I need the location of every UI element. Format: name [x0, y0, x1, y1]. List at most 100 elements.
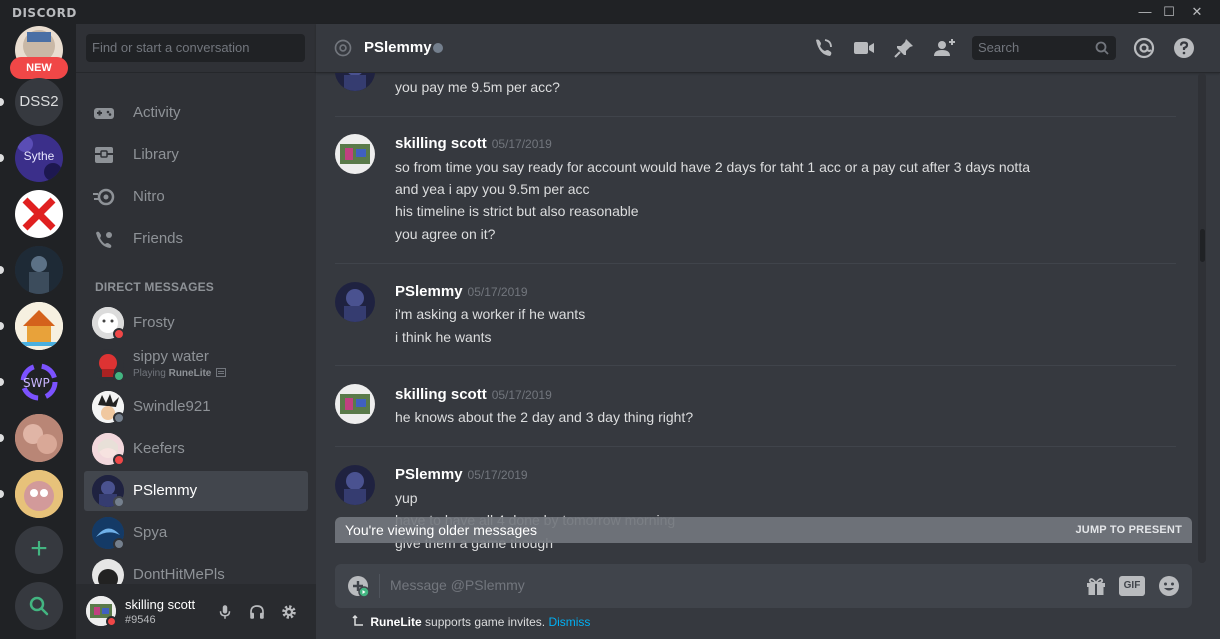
author-name: PSlemmy — [395, 466, 463, 483]
voice-call-icon[interactable] — [811, 36, 835, 60]
unread-pill — [0, 266, 4, 274]
message-divider — [335, 446, 1176, 447]
nav-friends[interactable]: Friends — [84, 219, 308, 259]
status-offline-indicator — [113, 538, 125, 550]
gear-icon[interactable] — [280, 603, 298, 621]
jump-to-present-button[interactable]: JUMP TO PRESENT — [1075, 524, 1182, 536]
gif-button[interactable]: GIF — [1119, 576, 1145, 596]
scrollbar-track[interactable] — [1198, 73, 1206, 563]
invite-text: supports game invites. — [425, 615, 546, 629]
emoji-icon[interactable] — [1157, 574, 1181, 598]
older-messages-notice: You're viewing older messages — [345, 522, 538, 538]
message-author[interactable]: skilling scott 05/17/2019 — [395, 135, 552, 152]
message-text: i'm asking a worker if he wants — [395, 306, 586, 322]
upload-plus-icon[interactable] — [347, 575, 369, 597]
maximize-button[interactable]: ☐ — [1160, 3, 1178, 21]
dm-item-sippy-water[interactable]: sippy water Playing RuneLite — [84, 345, 308, 385]
dm-item-keefers[interactable]: Keefers — [84, 429, 308, 469]
pin-icon[interactable] — [892, 36, 916, 60]
find-conversation-input[interactable]: Find or start a conversation — [86, 34, 305, 62]
server-hands-icon[interactable] — [15, 414, 63, 462]
activity-game: RuneLite — [168, 368, 212, 379]
message-avatar[interactable] — [335, 73, 375, 91]
dm-item-spya[interactable]: Spya — [84, 513, 308, 553]
author-name: PSlemmy — [395, 283, 463, 300]
activity-prefix: Playing — [133, 368, 166, 379]
message-avatar[interactable] — [335, 134, 375, 174]
rich-presence-icon — [216, 368, 227, 377]
svg-text:SWP: SWP — [23, 376, 50, 390]
dm-item-swindle921[interactable]: Swindle921 — [84, 387, 308, 427]
message-text: you agree on it? — [395, 226, 496, 242]
microphone-icon[interactable] — [216, 603, 234, 621]
status-dnd-indicator — [113, 454, 125, 466]
server-cartoon-face-icon[interactable] — [15, 470, 63, 518]
message-divider — [335, 116, 1176, 117]
app-logo: DISCORD — [12, 6, 77, 20]
nav-nitro[interactable]: Nitro — [84, 177, 308, 217]
new-badge: NEW — [10, 57, 68, 79]
server-house-icon[interactable] — [15, 302, 63, 350]
status-online-indicator — [113, 370, 125, 382]
status-offline-indicator — [433, 43, 443, 53]
search-placeholder: Search — [978, 40, 1020, 55]
message-avatar[interactable] — [335, 465, 375, 505]
nav-nitro-label: Nitro — [133, 188, 165, 205]
user-name: skilling scott — [125, 597, 196, 612]
dm-name: PSlemmy — [133, 482, 198, 499]
search-icon — [1095, 41, 1109, 55]
dm-sidebar: Find or start a conversation Activity Li… — [76, 24, 316, 639]
nav-library-label: Library — [133, 146, 179, 163]
dismiss-link[interactable]: Dismiss — [548, 615, 590, 629]
composer-divider — [379, 574, 380, 598]
headphones-icon[interactable] — [248, 603, 266, 621]
unread-pill — [0, 434, 4, 442]
search-input[interactable]: Search — [972, 36, 1116, 60]
message-text: he knows about the 2 day and 3 day thing… — [395, 409, 694, 425]
dm-name: Swindle921 — [133, 398, 211, 415]
mentions-icon[interactable] — [1132, 36, 1156, 60]
discord-app: DISCORD — ☐ ✕ NEW DSS2 Sythe SWP + Find … — [0, 0, 1220, 639]
help-icon[interactable] — [1172, 36, 1196, 60]
dm-item-frosty[interactable]: Frosty — [84, 303, 308, 343]
message-timestamp: 05/17/2019 — [467, 468, 528, 482]
message-timestamp: 05/17/2019 — [491, 388, 552, 402]
dm-item-pslemmy[interactable]: PSlemmy — [84, 471, 308, 511]
older-messages-bar: You're viewing older messages JUMP TO PR… — [335, 517, 1192, 543]
server-dss2[interactable]: DSS2 — [15, 78, 63, 126]
server-red-x-icon[interactable] — [15, 190, 63, 238]
explore-servers-button[interactable] — [15, 582, 63, 630]
title-bar: DISCORD — ☐ ✕ — [0, 0, 1220, 24]
server-dark-figure-icon[interactable] — [15, 246, 63, 294]
nav-activity[interactable]: Activity — [84, 93, 308, 133]
add-server-button[interactable]: + — [15, 526, 63, 574]
gift-icon[interactable] — [1084, 574, 1108, 598]
scrollbar-thumb[interactable] — [1200, 229, 1205, 262]
server-sythe-label: Sythe — [23, 149, 55, 163]
message-text: his timeline is strict but also reasonab… — [395, 203, 639, 219]
message-author[interactable]: PSlemmy 05/17/2019 — [395, 283, 528, 300]
dm-name: DontHitMePls — [133, 566, 225, 583]
message-avatar[interactable] — [335, 282, 375, 322]
close-button[interactable]: ✕ — [1188, 3, 1206, 21]
unread-pill — [0, 98, 4, 106]
minimize-button[interactable]: — — [1136, 3, 1154, 21]
dm-name: Keefers — [133, 440, 185, 457]
server-sythe[interactable]: Sythe — [15, 134, 63, 182]
status-offline-indicator — [113, 496, 125, 508]
message-input[interactable]: Message @PSlemmy — [390, 577, 525, 593]
message-avatar[interactable] — [335, 384, 375, 424]
chat-header: PSlemmy Search — [316, 24, 1220, 73]
unread-pill — [0, 490, 4, 498]
unread-pill — [0, 154, 4, 162]
nav-library[interactable]: Library — [84, 135, 308, 175]
video-call-icon[interactable] — [852, 36, 876, 60]
message-author[interactable]: PSlemmy 05/17/2019 — [395, 466, 528, 483]
message-timestamp: 05/17/2019 — [491, 137, 552, 151]
status-dnd-indicator — [106, 616, 117, 627]
message-author[interactable]: skilling scott 05/17/2019 — [395, 386, 552, 403]
library-icon — [95, 147, 113, 163]
game-invite-notice: RuneLite supports game invites. Dismiss — [352, 614, 590, 629]
add-friend-icon[interactable] — [932, 36, 956, 60]
server-purple-logo-icon[interactable]: SWP — [15, 358, 63, 406]
